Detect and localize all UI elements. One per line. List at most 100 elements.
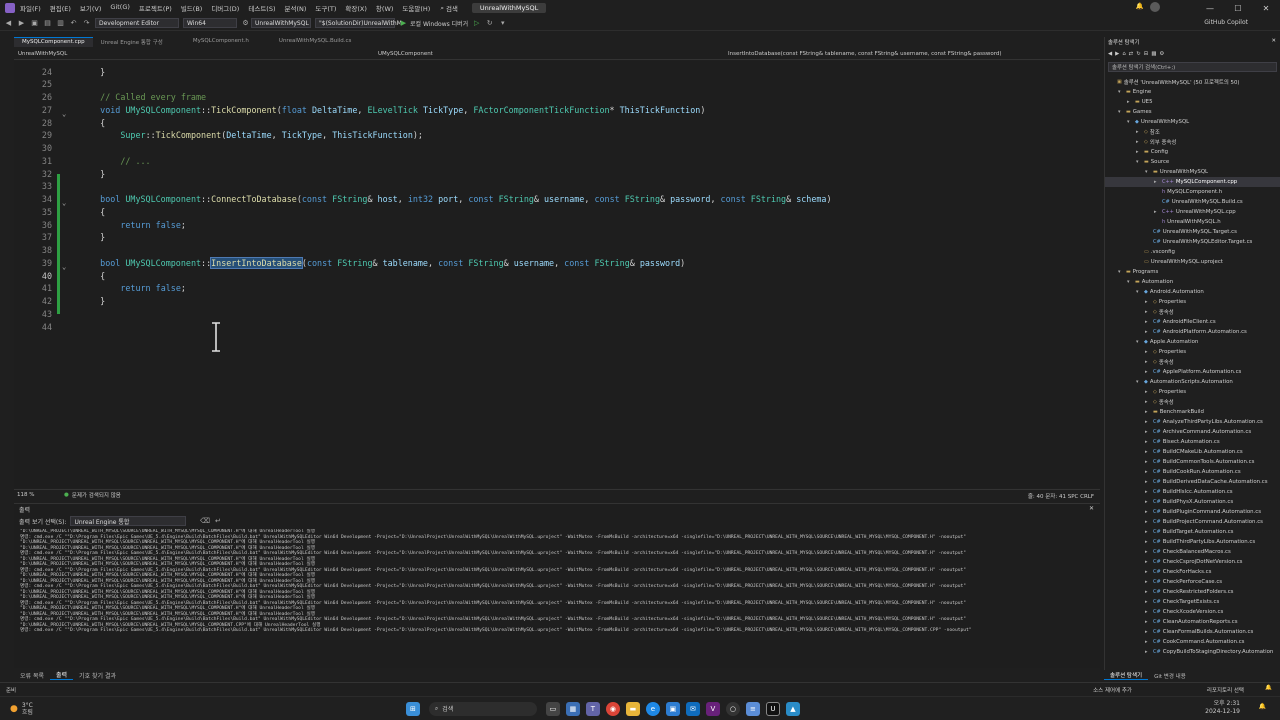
solution-tree-item[interactable]: h UnrealWithMySQL.h bbox=[1105, 217, 1280, 227]
menu-view[interactable]: 보기(V) bbox=[80, 3, 101, 13]
sol-settings-icon[interactable]: ⚙ bbox=[1159, 51, 1164, 57]
code-line[interactable]: 32 } bbox=[14, 167, 1084, 187]
solution-tree-item[interactable]: ▸ ◇ 외부 종속성 bbox=[1105, 137, 1280, 147]
output-source-select[interactable]: Unreal Engine 통합 bbox=[70, 516, 187, 526]
collapsed-chevron-icon[interactable]: ▸ bbox=[1145, 619, 1150, 625]
code-editor[interactable]: 24 } 25 26 // Called every frame 27 ⌄ void U… bbox=[14, 61, 1100, 488]
code-text[interactable]: void UMySQLComponent::TickComponent(floa… bbox=[80, 105, 705, 115]
tab-build-cs[interactable]: UnrealWithMySQL.Build.cs bbox=[271, 37, 360, 47]
close-button[interactable]: ✕ bbox=[1252, 0, 1280, 16]
code-line[interactable]: 42 } bbox=[14, 295, 1084, 314]
collapsed-chevron-icon[interactable]: ▸ bbox=[1145, 399, 1150, 405]
menu-window[interactable]: 창(W) bbox=[376, 3, 393, 13]
minimize-button[interactable]: — bbox=[1196, 0, 1224, 16]
select-repository[interactable]: 리포지토리 선택 bbox=[1207, 686, 1244, 694]
solution-tree-item[interactable]: ▾ ▬ Games bbox=[1105, 107, 1280, 117]
collapsed-chevron-icon[interactable]: ▸ bbox=[1145, 419, 1150, 425]
solution-tree-item[interactable]: ▸ ◇ 종속성 bbox=[1105, 307, 1280, 317]
code-line[interactable]: 41 return false; bbox=[14, 282, 1084, 302]
solution-tree-item[interactable]: ▸ C# CheckCsprojDotNetVersion.cs bbox=[1105, 557, 1280, 567]
code-text[interactable]: Super::TickComponent(DeltaTime, TickType… bbox=[80, 130, 423, 140]
collapsed-chevron-icon[interactable]: ▸ bbox=[1145, 629, 1150, 635]
tab-find-symbol[interactable]: 기호 찾기 결과 bbox=[73, 671, 122, 680]
collapsed-chevron-icon[interactable]: ▸ bbox=[1136, 149, 1141, 155]
code-line[interactable]: 35 { bbox=[14, 205, 1084, 225]
platform-select[interactable]: Win64 bbox=[183, 18, 237, 28]
start-menu-icon[interactable]: ⊞ bbox=[405, 701, 420, 716]
issues-status[interactable]: 문제가 검색되지 않음 bbox=[72, 491, 121, 499]
collapsed-chevron-icon[interactable]: ▸ bbox=[1145, 309, 1150, 315]
collapsed-chevron-icon[interactable]: ▸ bbox=[1145, 509, 1150, 515]
github-icon[interactable]: ○ bbox=[725, 701, 740, 716]
solution-search-input[interactable]: 솔루션 탐색기 검색(Ctrl+;) bbox=[1108, 62, 1277, 72]
expanded-chevron-icon[interactable]: ▾ bbox=[1118, 109, 1123, 115]
solution-tree-item[interactable]: ▭ UnrealWithMySQL.uproject bbox=[1105, 257, 1280, 267]
start-without-debug-icon[interactable]: ▷ bbox=[472, 19, 481, 28]
notepad-icon[interactable]: ≡ bbox=[745, 701, 760, 716]
solution-tree-item[interactable]: h MySQLComponent.h bbox=[1105, 187, 1280, 197]
expanded-chevron-icon[interactable]: ▾ bbox=[1145, 169, 1150, 175]
menu-test[interactable]: 테스트(S) bbox=[248, 3, 275, 13]
collapsed-chevron-icon[interactable]: ▸ bbox=[1145, 589, 1150, 595]
tab-ue-integration[interactable]: Unreal Engine 통합 구성 bbox=[93, 37, 171, 47]
output-clear-icon[interactable]: ⌫ bbox=[200, 517, 210, 526]
collapsed-chevron-icon[interactable]: ▸ bbox=[1145, 319, 1150, 325]
menu-tools[interactable]: 도구(T) bbox=[315, 3, 336, 13]
solution-tree-item[interactable]: ▸ ◇ 참조 bbox=[1105, 127, 1280, 137]
nav-project-select[interactable]: UnrealWithMySQL bbox=[14, 51, 374, 57]
teams-icon[interactable]: T bbox=[585, 701, 600, 716]
expanded-chevron-icon[interactable]: ▾ bbox=[1127, 119, 1132, 125]
collapsed-chevron-icon[interactable]: ▸ bbox=[1154, 179, 1159, 185]
tab-mysqlcomponent-h[interactable]: MySQLComponent.h bbox=[185, 37, 257, 47]
startup-project-select[interactable]: UnrealWithMySQL bbox=[251, 18, 311, 28]
solution-tree-item[interactable]: ▸ ▬ Config bbox=[1105, 147, 1280, 157]
code-line[interactable]: 39 ⌄ bool UMySQLComponent::InsertIntoData… bbox=[14, 256, 1084, 276]
save-icon[interactable]: ▥ bbox=[56, 19, 65, 28]
title-search[interactable]: 검색 bbox=[446, 3, 458, 13]
solution-tree-item[interactable]: ▾ ◆ UnrealWithMySQL bbox=[1105, 117, 1280, 127]
solution-tree-item[interactable]: ▭ .vsconfig bbox=[1105, 247, 1280, 257]
solution-tree-item[interactable]: ▸ C# CleanFormalBuilds.Automation.cs bbox=[1105, 627, 1280, 637]
account-icon[interactable] bbox=[1150, 2, 1160, 12]
solution-tree-item[interactable]: ▸ C# CheckXcodeVersion.cs bbox=[1105, 607, 1280, 617]
sol-collapse-icon[interactable]: ⊟ bbox=[1144, 51, 1149, 57]
code-line[interactable]: 33 bbox=[14, 180, 1084, 200]
output-log[interactable]: "D:\UNREAL_PROJECT\UNREAL_WITH_MYSQL\SOU… bbox=[20, 529, 1090, 634]
nav-scope-select[interactable]: UMySQLComponent bbox=[374, 51, 724, 57]
collapsed-chevron-icon[interactable]: ▸ bbox=[1145, 549, 1150, 555]
widgets-icon[interactable]: ▦ bbox=[565, 701, 580, 716]
code-line[interactable]: 44 bbox=[14, 320, 1084, 333]
solution-tree-item[interactable]: ▾ ◆ AutomationScripts.Automation bbox=[1105, 377, 1280, 387]
tab-solution-explorer[interactable]: 솔루션 탐색기 bbox=[1104, 671, 1149, 680]
code-line[interactable]: 31 // ... bbox=[14, 154, 1084, 167]
menu-git[interactable]: Git(G) bbox=[110, 3, 130, 13]
code-text[interactable]: { bbox=[80, 118, 105, 128]
solution-tree-item[interactable]: C# UnrealWithMySQL.Target.cs bbox=[1105, 227, 1280, 237]
solution-tree-item[interactable]: ▸ ◇ 종속성 bbox=[1105, 357, 1280, 367]
code-line[interactable]: 24 } bbox=[14, 65, 1084, 78]
solution-tree-item[interactable]: ▾ ▬ Source bbox=[1105, 157, 1280, 167]
collapsed-chevron-icon[interactable]: ▸ bbox=[1145, 459, 1150, 465]
code-text[interactable]: bool UMySQLComponent::ConnectToDatabase(… bbox=[80, 194, 831, 204]
solution-tree-item[interactable]: ▸ ▬ BenchmarkBuild bbox=[1105, 407, 1280, 417]
edge-icon[interactable]: e bbox=[645, 701, 660, 716]
solution-tree-item[interactable]: ▸ ◇ Properties bbox=[1105, 387, 1280, 397]
solution-tree-item[interactable]: ▸ C# ApplePlatform.Automation.cs bbox=[1105, 367, 1280, 377]
sol-forward-icon[interactable]: ▶ bbox=[1115, 51, 1119, 57]
solution-tree-item[interactable]: C# UnrealWithMySQL.Build.cs bbox=[1105, 197, 1280, 207]
start-debug-icon[interactable]: ▶ bbox=[399, 19, 408, 28]
collapsed-chevron-icon[interactable]: ▸ bbox=[1145, 359, 1150, 365]
forward-icon[interactable]: ▶ bbox=[17, 19, 26, 28]
code-text[interactable]: bool UMySQLComponent::InsertIntoDatabase… bbox=[80, 256, 685, 269]
file-explorer-icon[interactable]: ▬ bbox=[625, 701, 640, 716]
collapsed-chevron-icon[interactable]: ▸ bbox=[1145, 439, 1150, 445]
solution-tree-item[interactable]: ▸ C# CheckTargetExists.cs bbox=[1105, 597, 1280, 607]
taskbar-notification-icon[interactable]: 🔔 bbox=[1259, 703, 1266, 710]
collapsed-chevron-icon[interactable]: ▸ bbox=[1145, 599, 1150, 605]
solution-tree-item[interactable]: ▣ 솔루션 'UnrealWithMySQL' (50 프로젝트의 50) bbox=[1105, 77, 1280, 87]
chrome-icon[interactable]: ◉ bbox=[605, 701, 620, 716]
photos-icon[interactable]: ▲ bbox=[785, 701, 800, 716]
search-icon[interactable]: ⌕ bbox=[440, 4, 444, 13]
solution-tree-item[interactable]: ▸ C# CheckForHacks.cs bbox=[1105, 567, 1280, 577]
collapsed-chevron-icon[interactable]: ▸ bbox=[1145, 429, 1150, 435]
